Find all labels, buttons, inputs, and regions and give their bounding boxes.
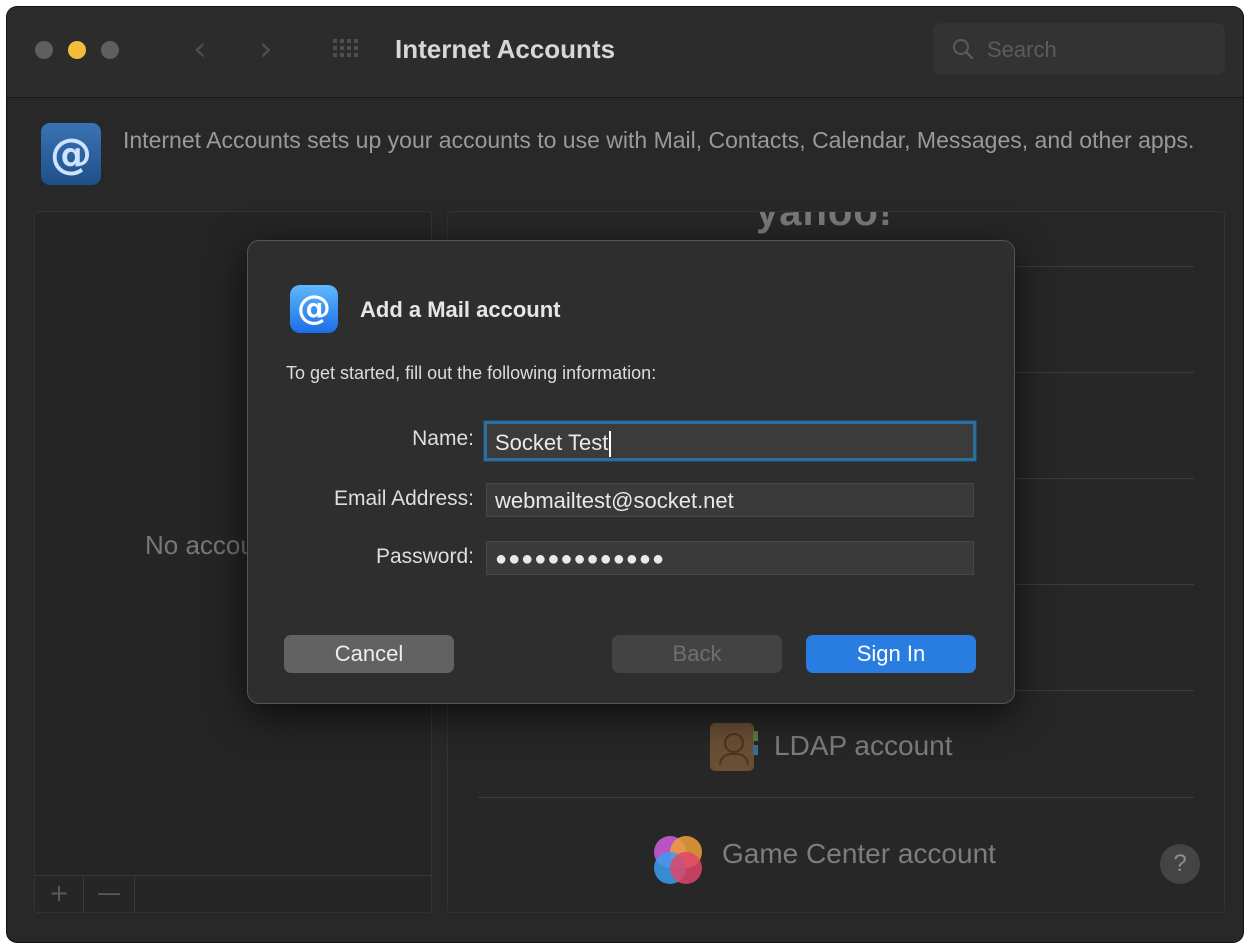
dialog-title: Add a Mail account: [360, 297, 561, 322]
email-value: webmailtest@socket.net: [495, 488, 734, 513]
dialog-subtitle: To get started, fill out the following i…: [286, 363, 657, 383]
internet-accounts-window: ‹ › Internet Accounts @ Internet Account…: [7, 7, 1243, 942]
email-address-input[interactable]: webmailtest@socket.net: [486, 483, 974, 517]
back-button[interactable]: Back: [612, 635, 782, 673]
add-mail-account-dialog: @ Add a Mail account To get started, fil…: [247, 240, 1015, 704]
text-caret: [609, 431, 612, 458]
name-value: Socket Test: [495, 430, 609, 455]
name-label: Name:: [412, 427, 474, 450]
password-label: Password:: [375, 545, 474, 568]
sign-in-button[interactable]: Sign In: [806, 635, 976, 673]
email-address-label: Email Address:: [333, 487, 474, 510]
mail-at-icon: @: [290, 285, 338, 333]
modal-overlay: @ Add a Mail account To get started, fil…: [7, 7, 1243, 942]
at-symbol: @: [297, 288, 331, 328]
password-input[interactable]: ●●●●●●●●●●●●●: [486, 541, 974, 575]
name-input[interactable]: Socket Test: [484, 421, 976, 461]
password-value: ●●●●●●●●●●●●●: [495, 548, 666, 570]
cancel-button[interactable]: Cancel: [284, 635, 454, 673]
